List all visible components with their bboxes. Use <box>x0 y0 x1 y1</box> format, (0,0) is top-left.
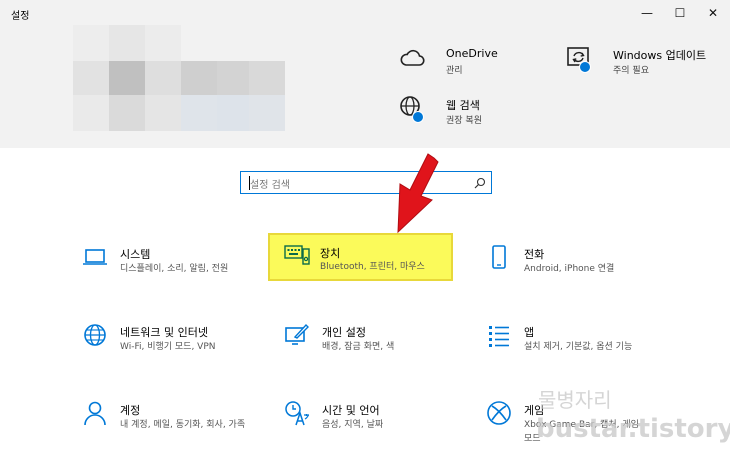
tile-accounts[interactable]: 계정 내 계정, 메일, 동기화, 회사, 가족 <box>70 390 270 452</box>
globe-icon <box>84 324 106 346</box>
tile-network-title: 네트워크 및 인터넷 <box>120 326 208 339</box>
title-bar[interactable]: 설정 — ☐ ✕ <box>0 0 730 28</box>
tile-phone[interactable]: 전화 Android, iPhone 연결 <box>474 234 674 292</box>
close-button[interactable]: ✕ <box>696 0 730 26</box>
cloud-icon <box>400 49 425 66</box>
tile-personalization-subtitle: 배경, 잠금 화면, 색 <box>322 342 395 352</box>
windows-update-title: Windows 업데이트 <box>613 49 707 62</box>
onedrive-title: OneDrive <box>446 47 498 60</box>
search-box[interactable]: 설정 검색 <box>240 171 492 194</box>
tile-devices[interactable]: 장치 Bluetooth, 프린터, 마우스 <box>268 233 453 281</box>
tile-time-language[interactable]: 시간 및 언어 음성, 지역, 날짜 <box>272 390 472 448</box>
person-icon <box>84 401 106 426</box>
search-placeholder: 설정 검색 <box>250 180 290 191</box>
tile-personalization[interactable]: 개인 설정 배경, 잠금 화면, 색 <box>272 312 472 370</box>
web-search-subtitle: 권장 복원 <box>446 116 482 126</box>
update-status-dot <box>579 61 591 73</box>
tile-phone-title: 전화 <box>524 248 545 261</box>
tile-accounts-title: 계정 <box>120 404 141 417</box>
search-icon[interactable] <box>474 177 486 189</box>
xbox-icon <box>487 401 511 425</box>
tile-accounts-subtitle: 내 계정, 메일, 동기화, 회사, 가족 <box>120 420 246 430</box>
paint-icon <box>285 323 309 345</box>
tile-system[interactable]: 시스템 디스플레이, 소리, 알림, 전원 <box>70 234 270 292</box>
web-search-status-dot <box>412 111 424 123</box>
tile-system-subtitle: 디스플레이, 소리, 알림, 전원 <box>120 264 229 274</box>
tile-devices-title: 장치 <box>320 247 341 260</box>
tile-apps-title: 앱 <box>524 326 535 339</box>
tile-network-subtitle: Wi-Fi, 비행기 모드, VPN <box>120 342 216 352</box>
tile-time-language-subtitle: 음성, 지역, 날짜 <box>322 420 384 430</box>
tile-apps[interactable]: 앱 설치 제거, 기본값, 옵션 기능 <box>474 312 674 370</box>
tile-personalization-title: 개인 설정 <box>322 326 366 339</box>
tile-devices-subtitle: Bluetooth, 프린터, 마우스 <box>320 262 425 272</box>
tile-system-title: 시스템 <box>120 248 151 261</box>
windows-update-subtitle: 주의 필요 <box>613 66 649 76</box>
tile-phone-subtitle: Android, iPhone 연결 <box>524 264 615 274</box>
minimize-button[interactable]: — <box>630 0 664 26</box>
onedrive-subtitle: 관리 <box>446 66 463 76</box>
phone-icon <box>492 245 506 269</box>
laptop-icon <box>83 249 107 265</box>
watermark-line-2: bustar.tistory <box>536 414 730 444</box>
maximize-button[interactable]: ☐ <box>663 0 697 26</box>
apps-list-icon <box>489 326 509 347</box>
time-language-icon <box>285 401 310 426</box>
red-arrow-annotation <box>397 153 439 234</box>
tile-network[interactable]: 네트워크 및 인터넷 Wi-Fi, 비행기 모드, VPN <box>70 312 270 370</box>
watermark-line-1: 물병자리 <box>538 388 612 412</box>
profile-picture-blurred <box>73 25 285 131</box>
tile-time-language-title: 시간 및 언어 <box>322 404 380 417</box>
keyboard-device-icon <box>284 245 310 265</box>
web-search-title: 웹 검색 <box>446 99 480 112</box>
window-title: 설정 <box>11 11 30 22</box>
tile-apps-subtitle: 설치 제거, 기본값, 옵션 기능 <box>524 342 633 352</box>
